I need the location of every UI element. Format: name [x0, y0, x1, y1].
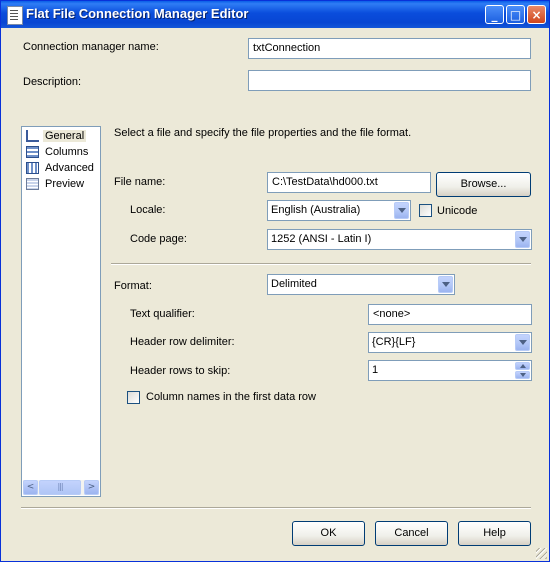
file-name-input[interactable]: C:\TestData\hd000.txt [267, 172, 431, 193]
header-row-delimiter-value: {CR}{LF} [372, 336, 416, 348]
header-rows-to-skip-label: Header rows to skip: [130, 365, 231, 377]
unicode-label: Unicode [437, 205, 478, 217]
ok-button[interactable]: OK [292, 521, 365, 546]
header-rows-to-skip-stepper[interactable]: 1 [368, 360, 532, 381]
unicode-checkbox[interactable] [419, 204, 432, 217]
nav-item-label: General [43, 130, 87, 142]
header-rows-to-skip-value: 1 [372, 364, 379, 376]
code-page-value: 1252 (ANSI - Latin I) [271, 233, 372, 245]
columns-icon [26, 146, 39, 158]
general-icon [26, 130, 39, 142]
divider [111, 263, 531, 265]
preview-icon [26, 178, 39, 190]
nav-item-label: Preview [45, 178, 85, 190]
format-select[interactable]: Delimited [267, 274, 455, 295]
header-row-delimiter-label: Header row delimiter: [130, 336, 235, 348]
spin-buttons[interactable] [515, 362, 530, 379]
text-qualifier-label: Text qualifier: [130, 308, 195, 320]
locale-select[interactable]: English (Australia) [267, 200, 411, 221]
chevron-down-icon[interactable] [438, 276, 453, 293]
code-page-label: Code page: [130, 233, 187, 245]
document-icon [7, 6, 23, 25]
code-page-select[interactable]: 1252 (ANSI - Latin I) [267, 229, 532, 250]
column-names-checkbox[interactable] [127, 391, 140, 404]
locale-value: English (Australia) [271, 204, 361, 216]
title-bar[interactable]: Flat File Connection Manager Editor _ □ … [1, 1, 549, 28]
nav-item-label: Advanced [45, 162, 94, 174]
scroll-left-button[interactable]: < [23, 480, 38, 495]
instructions-text: Select a file and specify the file prope… [114, 127, 412, 139]
chevron-down-icon[interactable] [515, 231, 530, 248]
scroll-right-button[interactable]: > [84, 480, 99, 495]
close-button[interactable]: × [527, 5, 546, 24]
format-label: Format: [114, 280, 152, 292]
scroll-thumb[interactable]: ||| [39, 480, 81, 495]
help-button[interactable]: Help [458, 521, 531, 546]
minimize-button[interactable]: _ [485, 5, 504, 24]
cancel-button[interactable]: Cancel [375, 521, 448, 546]
footer-divider [21, 507, 531, 509]
nav-horizontal-scrollbar[interactable]: < ||| > [23, 480, 99, 495]
description-label: Description: [23, 76, 82, 88]
text-qualifier-input[interactable]: <none> [368, 304, 532, 325]
browse-button[interactable]: Browse... [436, 172, 531, 197]
resize-grip-icon[interactable] [536, 548, 547, 559]
column-names-label: Column names in the first data row [146, 391, 316, 403]
description-input[interactable] [248, 70, 531, 91]
spin-down-icon[interactable] [515, 371, 530, 379]
advanced-icon [26, 162, 39, 174]
nav-item-label: Columns [45, 146, 89, 158]
file-name-label: File name: [114, 176, 166, 188]
connection-name-label: Connection manager name: [23, 41, 159, 53]
nav-panel: General Columns Advanced Preview < ||| > [21, 126, 101, 497]
chevron-down-icon[interactable] [515, 334, 530, 351]
window-title: Flat File Connection Manager Editor [26, 6, 249, 21]
flat-file-connection-manager-dialog: Flat File Connection Manager Editor _ □ … [0, 0, 550, 562]
spin-up-icon[interactable] [515, 362, 530, 370]
header-row-delimiter-select[interactable]: {CR}{LF} [368, 332, 532, 353]
connection-name-input[interactable]: txtConnection [248, 38, 531, 59]
chevron-down-icon[interactable] [394, 202, 409, 219]
locale-label: Locale: [130, 204, 166, 216]
maximize-button[interactable]: □ [506, 5, 525, 24]
format-value: Delimited [271, 278, 317, 290]
